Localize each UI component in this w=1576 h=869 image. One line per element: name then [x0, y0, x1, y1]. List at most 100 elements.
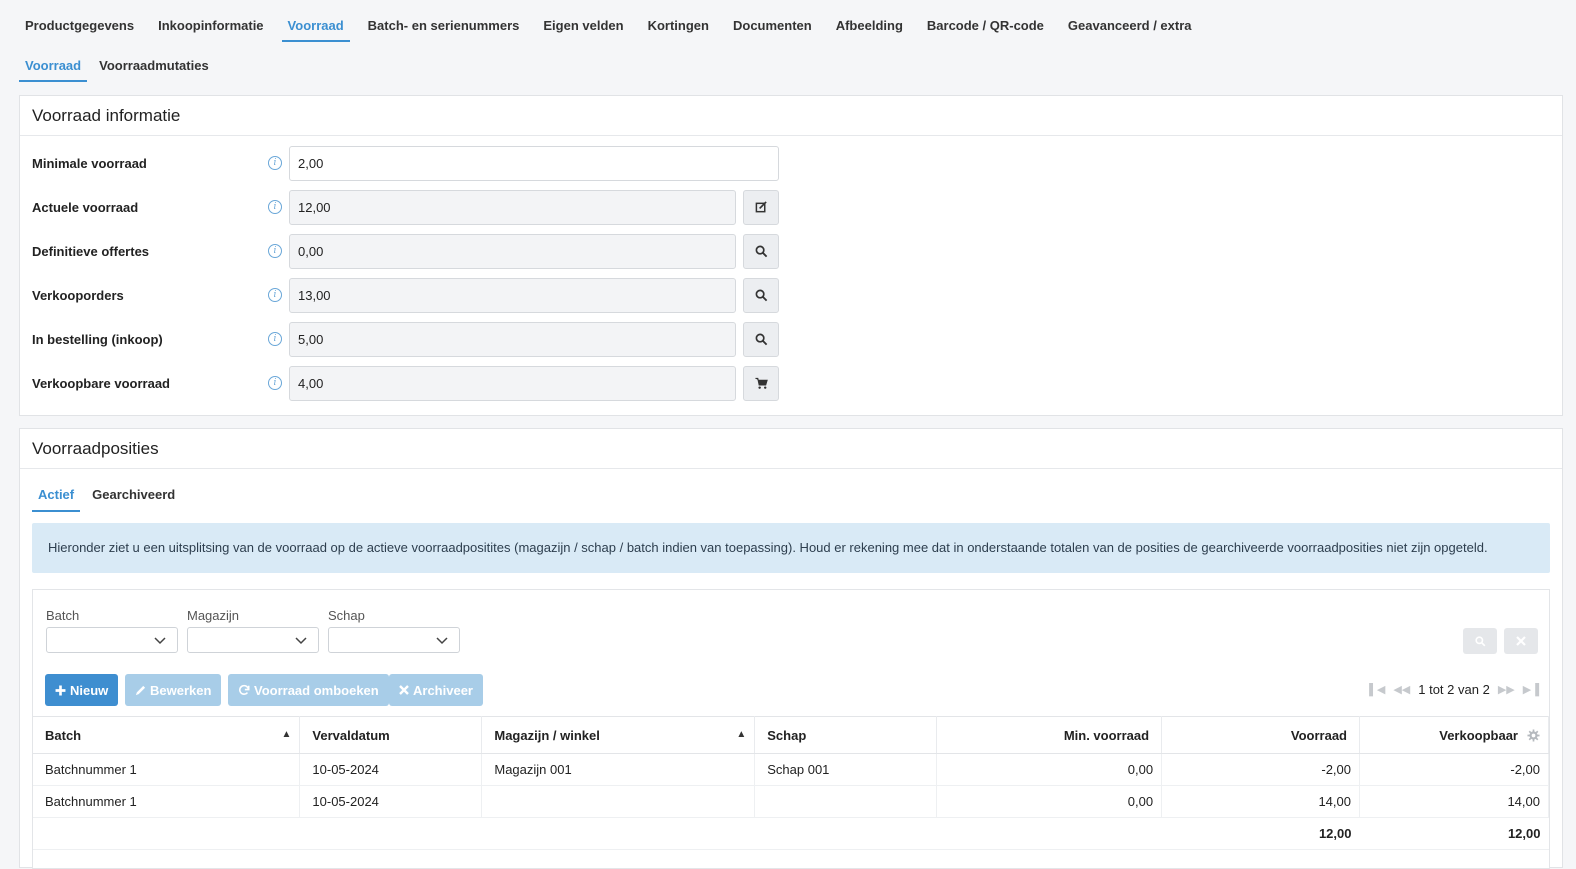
col-voorraad[interactable]: Voorraad [1161, 716, 1360, 754]
tab-actief[interactable]: Actief [31, 487, 81, 512]
tab-barcode-qr[interactable]: Barcode / QR-code [927, 0, 1044, 42]
last-page-icon[interactable]: ▶▐ [1523, 683, 1539, 696]
next-page-icon[interactable]: ▶▶ [1498, 683, 1515, 696]
filter-magazijn: Magazijn [187, 608, 319, 653]
info-icon[interactable]: i [268, 288, 282, 302]
search-icon [755, 289, 767, 302]
filter-search-button[interactable] [1463, 628, 1497, 654]
info-notice: Hieronder ziet u een uitsplitsing van de… [32, 523, 1550, 573]
col-min-voorraad[interactable]: Min. voorraad [936, 716, 1163, 754]
field-sellable-stock: Verkoopbare voorraad i [32, 366, 792, 402]
refresh-icon [239, 684, 250, 695]
chevron-down-icon [436, 637, 448, 645]
chevron-down-icon [154, 637, 166, 645]
new-button[interactable]: Nieuw [45, 674, 119, 706]
total-spacer [481, 817, 755, 850]
table-row[interactable]: Batchnummer 1 10-05-2024 0,00 14,00 14,0… [33, 785, 1549, 818]
tab-afbeelding[interactable]: Afbeelding [836, 0, 903, 42]
main-tabs: Productgegevens Inkoopinformatie Voorraa… [25, 0, 1216, 42]
search-purchase-orders-button[interactable] [743, 322, 779, 357]
cell-verkoopbaar: -2,00 [1359, 753, 1549, 786]
info-icon[interactable]: i [268, 376, 282, 390]
cell-voorraad: 14,00 [1161, 785, 1360, 818]
stock-positions-panel: Voorraadposities Actief Gearchiveerd Hie… [19, 428, 1563, 869]
positions-table: Batch ▲ Vervaldatum Magazijn / winkel ▲ Sc… [33, 716, 1549, 850]
edit-icon [755, 201, 767, 213]
info-icon[interactable]: i [268, 332, 282, 346]
sub-tabs: Voorraad Voorraadmutaties [18, 55, 227, 82]
field-min-stock: Minimale voorraad i [32, 146, 792, 182]
tab-geavanceerd[interactable]: Geavanceerd / extra [1068, 0, 1192, 42]
cart-icon [754, 377, 768, 389]
total-spacer [754, 817, 937, 850]
new-button-label: Nieuw [70, 682, 109, 698]
cell-schap: Schap 001 [754, 753, 938, 786]
rebook-stock-button[interactable]: Voorraad omboeken [228, 674, 389, 706]
column-label: Schap [767, 727, 807, 743]
col-verkoopbaar[interactable]: Verkoopbaar [1359, 716, 1549, 754]
tab-eigen-velden[interactable]: Eigen velden [543, 0, 623, 42]
tab-inkoopinformatie[interactable]: Inkoopinformatie [158, 0, 263, 42]
search-icon [755, 333, 767, 346]
tab-productgegevens[interactable]: Productgegevens [25, 0, 134, 42]
col-batch[interactable]: Batch ▲ [33, 716, 301, 754]
filter-clear-button[interactable] [1504, 628, 1538, 654]
subtab-voorraadmutaties[interactable]: Voorraadmutaties [99, 55, 209, 82]
search-quotes-button[interactable] [743, 234, 779, 269]
total-spacer [936, 817, 1162, 850]
panel-title: Voorraadposities [20, 429, 1562, 469]
batch-select[interactable] [46, 627, 178, 653]
info-icon[interactable]: i [268, 244, 282, 258]
chevron-down-icon [295, 637, 307, 645]
col-schap[interactable]: Schap [754, 716, 938, 754]
tab-kortingen[interactable]: Kortingen [648, 0, 709, 42]
final-quotes-input [289, 234, 736, 269]
rebook-button-label: Voorraad omboeken [254, 682, 379, 698]
edit-stock-button[interactable] [743, 190, 779, 225]
search-icon [1474, 635, 1485, 646]
edit-button[interactable]: Bewerken [125, 674, 222, 706]
cell-voorraad: -2,00 [1161, 753, 1360, 786]
filter-batch: Batch [46, 608, 178, 653]
cell-vervaldatum: 10-05-2024 [299, 785, 483, 818]
archive-button[interactable]: Archiveer [389, 674, 483, 706]
info-icon[interactable]: i [268, 200, 282, 214]
first-page-icon[interactable]: ▌◀ [1369, 683, 1385, 696]
tab-gearchiveerd[interactable]: Gearchiveerd [92, 487, 175, 512]
filter-label: Batch [46, 608, 80, 623]
subtab-voorraad[interactable]: Voorraad [18, 55, 88, 82]
field-label: Definitieve offertes [32, 244, 150, 259]
prev-page-icon[interactable]: ◀◀ [1393, 683, 1410, 696]
filter-label: Magazijn [187, 608, 240, 623]
total-voorraad: 12,00 [1161, 817, 1360, 850]
positions-grid: Batch Magazijn Schap Nieuw Bewerken Voor… [32, 589, 1550, 869]
tab-batch-serienummers[interactable]: Batch- en serienummers [368, 0, 520, 42]
col-magazijn[interactable]: Magazijn / winkel ▲ [481, 716, 756, 754]
positions-tabs: Actief Gearchiveerd [31, 487, 193, 512]
field-label: In bestelling (inkoop) [32, 332, 163, 347]
cell-batch: Batchnummer 1 [33, 753, 301, 786]
total-spacer [33, 817, 300, 850]
totals-row: 12,00 12,00 [33, 817, 1549, 850]
filter-schap: Schap [328, 608, 460, 653]
info-icon[interactable]: i [268, 156, 282, 170]
tab-documenten[interactable]: Documenten [733, 0, 812, 42]
table-header: Batch ▲ Vervaldatum Magazijn / winkel ▲ Sc… [33, 716, 1549, 754]
cart-button[interactable] [743, 366, 779, 401]
stock-info-panel: Voorraad informatie Minimale voorraad i … [19, 95, 1563, 416]
sellable-stock-input [289, 366, 736, 401]
col-vervaldatum[interactable]: Vervaldatum [299, 716, 483, 754]
field-sales-orders: Verkooporders i [32, 278, 792, 314]
gear-icon[interactable] [1527, 729, 1540, 742]
min-stock-input[interactable] [289, 146, 779, 181]
table-row[interactable]: Batchnummer 1 10-05-2024 Magazijn 001 Sc… [33, 753, 1549, 786]
cell-magazijn: Magazijn 001 [481, 753, 756, 786]
panel-title: Voorraad informatie [20, 96, 1562, 136]
tab-voorraad[interactable]: Voorraad [281, 0, 350, 42]
search-sales-orders-button[interactable] [743, 278, 779, 313]
warehouse-select[interactable] [187, 627, 319, 653]
column-label: Batch [45, 727, 82, 743]
shelf-select[interactable] [328, 627, 460, 653]
archive-button-label: Archiveer [413, 682, 473, 698]
plus-icon [55, 685, 66, 695]
